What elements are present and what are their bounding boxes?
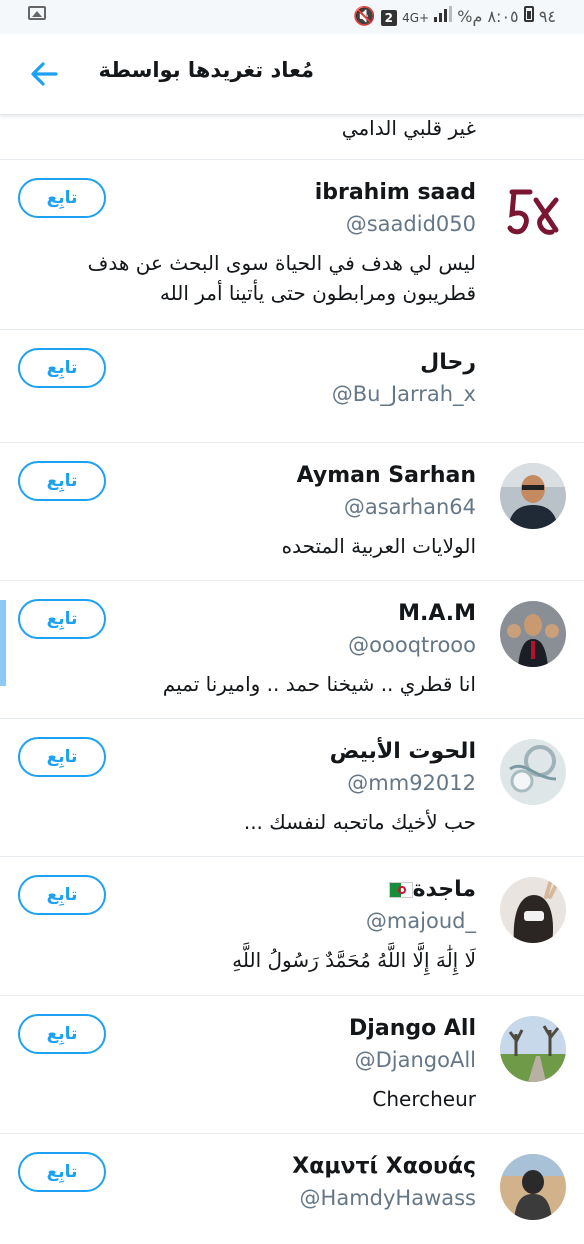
status-right: 🔇 2 4G+ %٩٤ ٨:٠٥ م <box>353 6 556 27</box>
user-handle: @DjangoAll <box>354 1048 476 1072</box>
back-button[interactable] <box>26 56 62 92</box>
follow-button[interactable]: تابِع <box>18 875 106 915</box>
user-name: M.A.M <box>398 601 476 626</box>
avatar[interactable] <box>500 1016 566 1082</box>
follow-button[interactable]: تابِع <box>18 348 106 388</box>
battery-icon <box>523 6 534 22</box>
list-item[interactable]: الحوت الأبيض @mm92012 حب لأخيك ماتحبه لن… <box>0 719 584 857</box>
abstract-avatar-image <box>500 739 566 805</box>
person-avatar-image <box>500 463 566 529</box>
page-title: مُعاد تغريدها بواسطة <box>98 58 315 82</box>
arrow-left-icon <box>31 62 58 86</box>
follow-button[interactable]: تابِع <box>18 599 106 639</box>
mute-icon: 🔇 <box>353 6 376 27</box>
list-item[interactable]: رحال @Bu_Jarrah_x تابِع <box>0 330 584 443</box>
follow-button[interactable]: تابِع <box>18 737 106 777</box>
user-name: ماجدة <box>412 877 476 902</box>
avatar[interactable] <box>500 601 566 667</box>
follow-button[interactable]: تابِع <box>18 1152 106 1192</box>
follow-button[interactable]: تابِع <box>18 178 106 218</box>
list-item[interactable]: ibrahim saad @saadid050 ليس لي هدف في ال… <box>0 160 584 330</box>
network-type: 4G+ <box>402 11 430 25</box>
clock: ٨:٠٥ م <box>472 7 519 26</box>
user-bio: ليس لي هدف في الحياة سوى البحث عن هدف قط… <box>87 251 476 305</box>
user-bio: حب لأخيك ماتحبه لنفسك ... <box>243 810 476 834</box>
signal-icon <box>434 6 453 22</box>
image-notification-icon <box>28 6 46 20</box>
user-handle: @HamdyHawass <box>299 1186 476 1210</box>
user-bio: لَا إِلَٰهَ إِلَّا اللَّهُ مُحَمَّدٌ رَس… <box>232 948 476 972</box>
user-bio: Chercheur <box>372 1087 476 1111</box>
list-item[interactable]: Ayman Sarhan @asarhan64 الولايات العربية… <box>0 443 584 581</box>
user-bio: الولايات العربية المتحده <box>281 534 476 558</box>
user-name: الحوت الأبيض <box>329 739 476 764</box>
person-avatar-image <box>500 877 566 943</box>
avatar[interactable] <box>500 180 566 246</box>
avatar[interactable] <box>500 877 566 943</box>
list-item[interactable]: Χαμντί Χαουάς @HamdyHawass تابِع <box>0 1134 584 1244</box>
avatar[interactable] <box>500 739 566 805</box>
user-bio: انا قطري .. شيخنا حمد .. واميرنا تميم <box>162 672 476 696</box>
user-handle: @asarhan64 <box>343 495 476 519</box>
app-header: مُعاد تغريدها بواسطة <box>0 34 584 115</box>
user-name: Ayman Sarhan <box>296 463 476 488</box>
list-item[interactable]: M.A.M @oooqtrooo انا قطري .. شيخنا حمد .… <box>0 581 584 719</box>
list-item[interactable]: Django All @DjangoAll Chercheur تابِع <box>0 996 584 1134</box>
list-item[interactable]: ماجدة @majoud_ لَا إِلَٰهَ إِلَّا اللَّه… <box>0 857 584 996</box>
person-avatar-image <box>500 601 566 667</box>
user-name-row: ماجدة <box>381 877 476 902</box>
follow-button[interactable]: تابِع <box>18 1014 106 1054</box>
logo-avatar-image <box>507 189 559 235</box>
list-item[interactable]: غير قلبي الدامي <box>0 115 584 160</box>
avatar[interactable] <box>500 463 566 529</box>
algeria-flag-icon <box>388 882 413 898</box>
user-name: Χαμντί Χαουάς <box>292 1154 476 1179</box>
notification-count-badge: 2 <box>380 10 397 26</box>
user-handle: @mm92012 <box>347 771 476 795</box>
follow-button[interactable]: تابِع <box>18 461 106 501</box>
avatar[interactable] <box>500 1154 566 1220</box>
user-handle: @saadid050 <box>345 212 476 236</box>
user-name: ibrahim saad <box>314 180 476 205</box>
user-name: رحال <box>420 350 476 375</box>
user-handle: @majoud_ <box>365 909 476 933</box>
user-handle: @Bu_Jarrah_x <box>331 382 476 406</box>
user-bio: غير قلبي الدامي <box>341 116 476 140</box>
landscape-avatar-image <box>500 1016 566 1082</box>
scroll-indicator[interactable] <box>0 600 6 686</box>
status-bar: 🔇 2 4G+ %٩٤ ٨:٠٥ م <box>0 0 584 34</box>
status-left <box>28 6 46 20</box>
retweeters-list: غير قلبي الدامي ibrahim saad @saadid050 … <box>0 115 584 1244</box>
user-handle: @oooqtrooo <box>348 633 476 657</box>
user-name: Django All <box>349 1016 476 1041</box>
person-avatar-image <box>500 1154 566 1220</box>
